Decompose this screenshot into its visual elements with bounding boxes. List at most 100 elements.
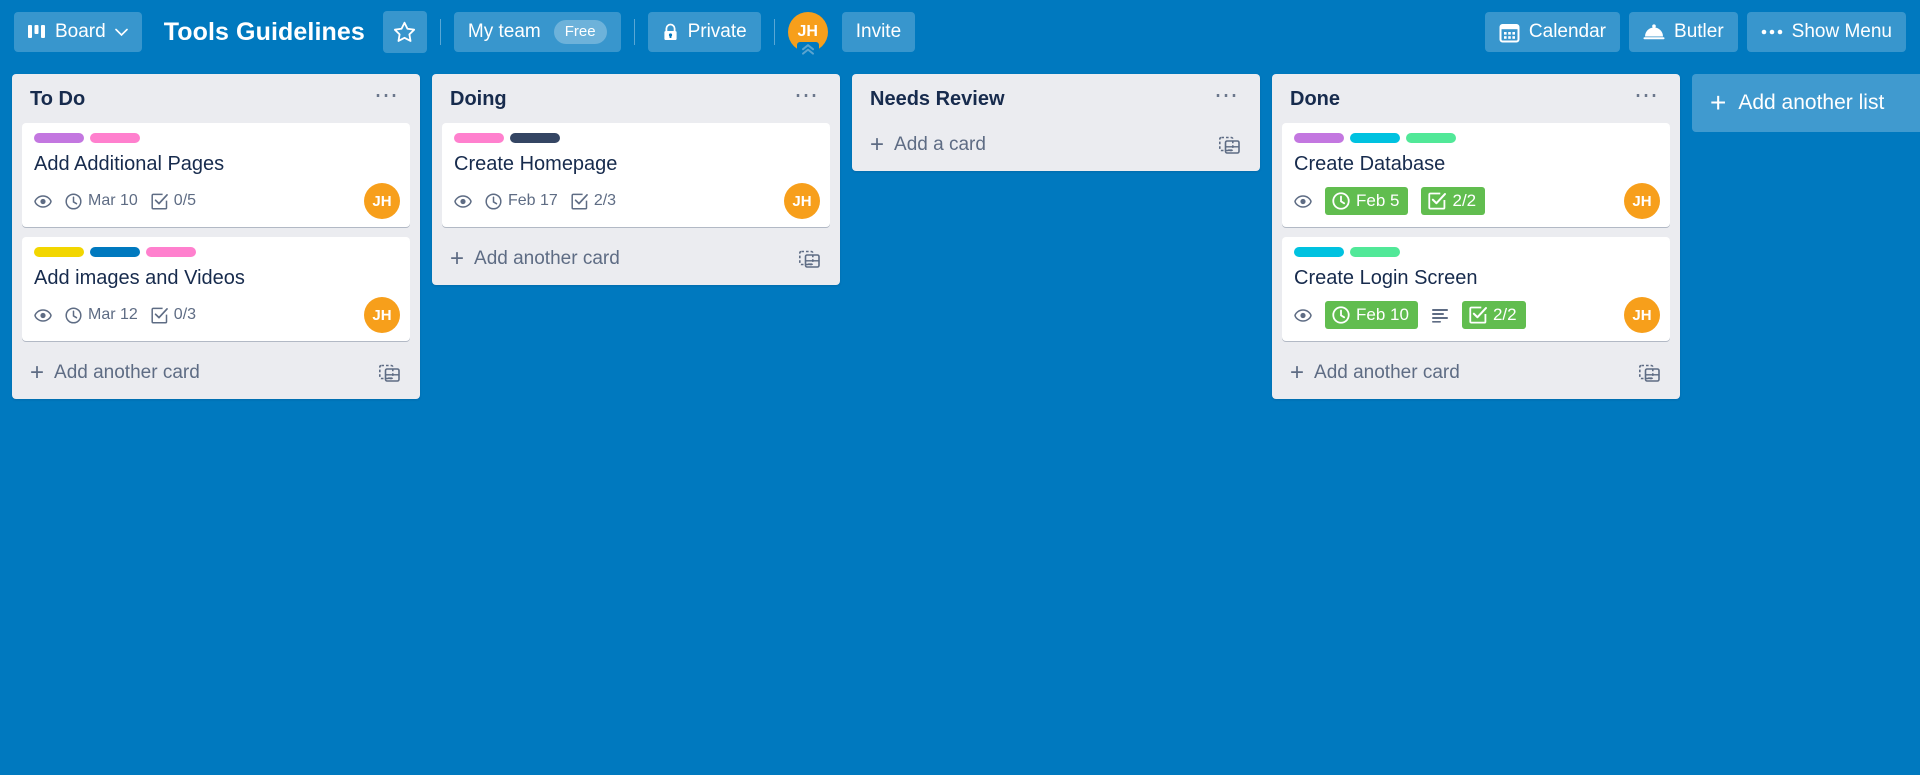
- eye-icon: [34, 308, 52, 322]
- add-card-button[interactable]: + Add another card: [16, 351, 416, 391]
- card-label[interactable]: [146, 247, 196, 257]
- list-menu-button[interactable]: ⋯: [370, 83, 404, 109]
- due-date-badge: Feb 17: [485, 192, 558, 210]
- card-template-icon[interactable]: [379, 363, 400, 384]
- card-badges: Feb 10 2/2: [1294, 297, 1660, 333]
- due-date-badge-complete: Feb 5: [1325, 187, 1409, 215]
- avatar-initials: JH: [797, 23, 818, 40]
- clock-icon: [1332, 306, 1350, 324]
- card-label[interactable]: [1406, 133, 1456, 143]
- watch-badge: [454, 194, 472, 208]
- star-board-button[interactable]: [382, 11, 427, 53]
- card-title: Create Database: [1294, 153, 1446, 175]
- description-badge: [1431, 308, 1449, 323]
- list-title[interactable]: Doing: [450, 88, 790, 111]
- visibility-button[interactable]: Private: [647, 12, 761, 52]
- board-icon: [28, 24, 46, 40]
- list-menu-button[interactable]: ⋯: [1630, 83, 1664, 109]
- card-member-avatar[interactable]: JH: [364, 297, 400, 333]
- board-canvas: To Do ⋯ Add Additional Pages Mar 10 0/5 …: [0, 64, 1920, 775]
- list-title[interactable]: Done: [1290, 88, 1630, 111]
- star-icon: [393, 21, 416, 43]
- header-right-group: Calendar Butler Show Menu: [1484, 12, 1906, 52]
- card-template-icon[interactable]: [1219, 135, 1240, 156]
- header-divider-3: [773, 19, 775, 45]
- checklist-icon: [1469, 306, 1487, 324]
- calendar-button[interactable]: Calendar: [1484, 12, 1621, 52]
- card-labels: [34, 133, 400, 143]
- board-switcher-button[interactable]: Board: [14, 12, 142, 52]
- invite-button[interactable]: Invite: [841, 12, 916, 52]
- card-container: Create Database Feb 5 2/2 JH Create Logi…: [1272, 123, 1680, 341]
- team-button[interactable]: My team Free: [453, 12, 621, 52]
- card-label[interactable]: [1350, 247, 1400, 257]
- card-template-icon[interactable]: [1639, 363, 1660, 384]
- card-label[interactable]: [34, 133, 84, 143]
- watch-badge: [34, 308, 52, 322]
- add-card-button[interactable]: + Add another card: [436, 237, 836, 277]
- checklist-icon: [1428, 192, 1447, 210]
- add-another-list-button[interactable]: + Add another list: [1692, 74, 1920, 132]
- list-header: Needs Review ⋯: [852, 74, 1260, 123]
- card-title: Create Homepage: [454, 153, 618, 175]
- team-label: My team: [467, 21, 541, 42]
- card[interactable]: Add Additional Pages Mar 10 0/5 JH: [22, 123, 410, 227]
- card-member-avatar[interactable]: JH: [364, 183, 400, 219]
- list-menu-button[interactable]: ⋯: [790, 83, 824, 109]
- list-header: To Do ⋯: [12, 74, 420, 123]
- list-title[interactable]: To Do: [30, 88, 370, 111]
- add-card-button[interactable]: + Add another card: [1276, 351, 1676, 391]
- checklist-text: 2/2: [1452, 191, 1477, 210]
- due-date-badge: Mar 10: [65, 192, 138, 210]
- card[interactable]: Create Database Feb 5 2/2 JH: [1282, 123, 1670, 227]
- lock-icon: [662, 23, 679, 42]
- card-label[interactable]: [90, 247, 140, 257]
- eye-icon: [1294, 308, 1312, 322]
- list-to-do: To Do ⋯ Add Additional Pages Mar 10 0/5 …: [12, 74, 420, 399]
- card-member-avatar[interactable]: JH: [784, 183, 820, 219]
- card-label[interactable]: [510, 133, 560, 143]
- card-title: Add images and Videos: [34, 267, 245, 289]
- card-template-icon[interactable]: [799, 249, 820, 270]
- card-label[interactable]: [1350, 133, 1400, 143]
- checklist-badge-complete: 2/2: [1421, 187, 1486, 215]
- add-card-label: Add another card: [54, 362, 200, 383]
- add-another-list-label: Add another list: [1738, 91, 1885, 114]
- card[interactable]: Add images and Videos Mar 12 0/3 JH: [22, 237, 410, 341]
- card-label[interactable]: [1294, 247, 1344, 257]
- card-member-avatar[interactable]: JH: [1624, 297, 1660, 333]
- card-member-avatar[interactable]: JH: [1624, 183, 1660, 219]
- add-card-button[interactable]: + Add a card: [856, 123, 1256, 163]
- card[interactable]: Create Login Screen Feb 10 2/2 JH: [1282, 237, 1670, 341]
- card-label[interactable]: [34, 247, 84, 257]
- card[interactable]: Create Homepage Feb 17 2/3 JH: [442, 123, 830, 227]
- butler-label: Butler: [1674, 21, 1724, 42]
- card-label[interactable]: [454, 133, 504, 143]
- card-labels: [454, 133, 820, 143]
- list-menu-button[interactable]: ⋯: [1210, 83, 1244, 109]
- clock-icon: [485, 192, 502, 210]
- checklist-text: 2/3: [593, 192, 617, 209]
- checklist-icon: [151, 193, 168, 210]
- butler-button[interactable]: Butler: [1629, 12, 1738, 52]
- plus-icon: +: [1290, 359, 1305, 386]
- list-header: Done ⋯: [1272, 74, 1680, 123]
- calendar-icon: [1499, 22, 1520, 43]
- checklist-badge-complete: 2/2: [1461, 301, 1526, 329]
- invite-label: Invite: [855, 21, 902, 42]
- header-divider-2: [633, 19, 635, 45]
- show-menu-button[interactable]: Show Menu: [1746, 12, 1906, 52]
- plus-icon: +: [870, 131, 885, 158]
- card-badges: Feb 5 2/2: [1294, 183, 1660, 219]
- list-header: Doing ⋯: [432, 74, 840, 123]
- card-labels: [34, 247, 400, 257]
- card-label[interactable]: [1294, 133, 1344, 143]
- clock-icon: [1332, 192, 1350, 210]
- avatar[interactable]: JH: [787, 12, 828, 57]
- checklist-icon: [571, 193, 588, 210]
- card-label[interactable]: [90, 133, 140, 143]
- clock-icon: [65, 306, 82, 324]
- list-title[interactable]: Needs Review: [870, 88, 1210, 111]
- board-header: Board Tools Guidelines My team Free Priv…: [0, 0, 1920, 64]
- checklist-text: 0/3: [173, 306, 197, 323]
